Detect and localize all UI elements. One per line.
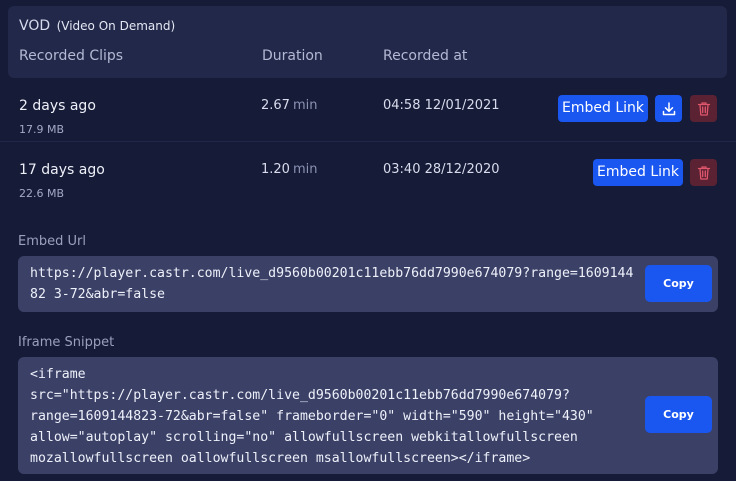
clip-duration-unit: min [292, 98, 318, 113]
download-button[interactable] [655, 95, 682, 122]
vod-title: VOD (Video On Demand) [19, 18, 175, 34]
row-divider [0, 141, 736, 142]
trash-icon [697, 165, 710, 180]
clip-duration: 1.20 min [261, 162, 317, 177]
delete-button[interactable] [690, 95, 717, 122]
clip-recorded-at: 04:58 12/01/2021 [383, 98, 500, 113]
clip-duration-value: 1.20 [261, 162, 290, 177]
copy-iframe-snippet-button[interactable]: Copy [645, 396, 712, 433]
column-header-recorded-clips: Recorded Clips [19, 48, 124, 64]
clip-age: 17 days ago [19, 162, 105, 178]
clip-age: 2 days ago [19, 98, 96, 114]
copy-embed-url-button[interactable]: Copy [645, 265, 712, 302]
embed-url-field[interactable]: https://player.castr.com/live_d9560b0020… [18, 256, 718, 312]
clip-row: 2 days ago 17.9 MB 2.67 min 04:58 12/01/2… [0, 78, 736, 140]
embed-link-button[interactable]: Embed Link [558, 95, 648, 122]
trash-icon [697, 101, 710, 116]
clip-size: 22.6 MB [19, 187, 65, 200]
embed-url-value[interactable]: https://player.castr.com/live_d9560b0020… [30, 263, 640, 305]
clip-size: 17.9 MB [19, 123, 65, 136]
vod-header: VOD (Video On Demand) Recorded Clips Dur… [8, 6, 727, 78]
column-header-recorded-at: Recorded at [383, 48, 468, 64]
iframe-snippet-field[interactable]: <iframe src="https://player.castr.com/li… [18, 357, 718, 474]
iframe-snippet-label: Iframe Snippet [18, 335, 115, 350]
download-icon [662, 101, 675, 115]
vod-title-sub: (Video On Demand) [56, 19, 176, 33]
delete-button[interactable] [690, 159, 717, 186]
vod-title-main: VOD [19, 18, 51, 34]
column-header-duration: Duration [262, 48, 323, 64]
embed-link-button[interactable]: Embed Link [593, 159, 683, 186]
iframe-snippet-value[interactable]: <iframe src="https://player.castr.com/li… [30, 364, 670, 469]
embed-url-label: Embed Url [18, 234, 86, 249]
clip-duration-unit: min [292, 162, 318, 177]
clip-duration-value: 2.67 [261, 98, 290, 113]
clip-duration: 2.67 min [261, 98, 317, 113]
clip-recorded-at: 03:40 28/12/2020 [383, 162, 500, 177]
clip-row: 17 days ago 22.6 MB 1.20 min 03:40 28/12/… [0, 143, 736, 205]
